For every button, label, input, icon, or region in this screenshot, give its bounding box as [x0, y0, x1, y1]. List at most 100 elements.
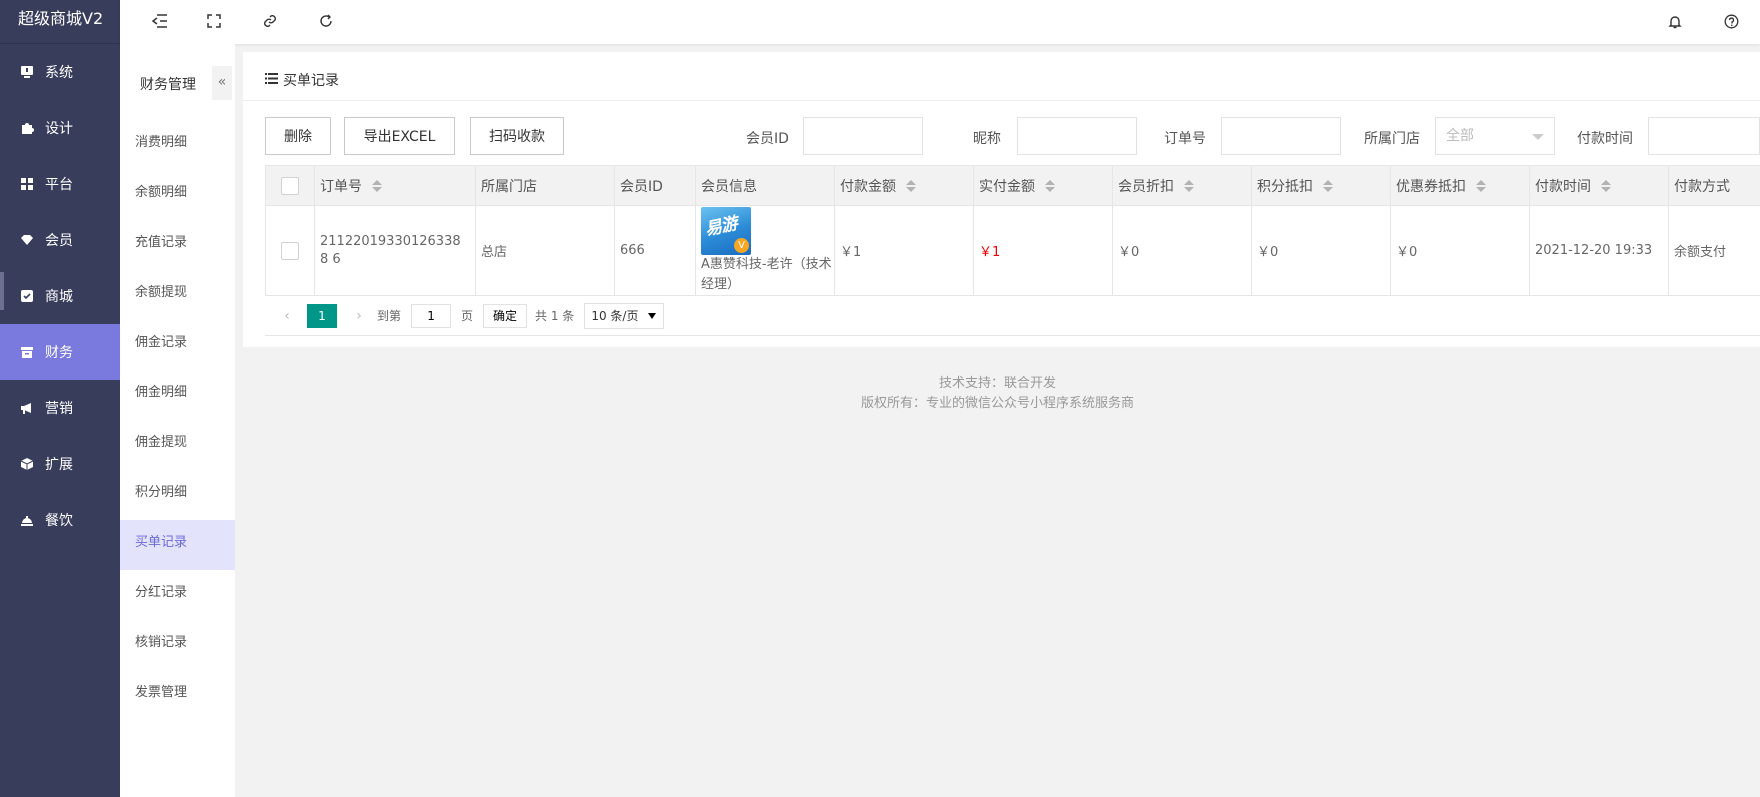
goto-confirm-button[interactable]: 确定	[483, 303, 528, 328]
table-header: 订单号 所属门店 会员ID 会员信息 付款金额 实付金额 会员折扣 积分抵扣 优…	[265, 166, 1760, 206]
subnav-item-recharge[interactable]: 充值记录	[120, 220, 235, 270]
row-checkbox[interactable]	[281, 241, 299, 260]
header-member-discount[interactable]: 会员折扣	[1112, 166, 1251, 205]
scan-pay-button[interactable]: 扫码收款	[470, 117, 564, 155]
cell-coupon-deduct: ￥0	[1390, 206, 1529, 295]
goto-label: 到第	[377, 309, 402, 323]
member-name: A惠赞科技-老许（技术经理）	[701, 256, 832, 292]
goto-page-input[interactable]	[411, 303, 452, 328]
finance-subnav: 财务管理 « 消费明细 余额明细 充值记录 余额提现 佣金记录 佣金明细 佣金提…	[120, 44, 235, 797]
subnav-item-dividend[interactable]: 分红记录	[120, 570, 235, 620]
header-coupon-deduct[interactable]: 优惠券抵扣	[1390, 166, 1529, 205]
export-excel-button[interactable]: 导出EXCEL	[344, 117, 455, 155]
chevron-down-icon	[1532, 134, 1544, 140]
page-footer: 技术支持：联合开发 版权所有：专业的微信公众号小程序系统服务商	[235, 374, 1760, 414]
dish-icon	[20, 513, 34, 527]
cube-icon	[20, 457, 34, 471]
avatar: 易游 V	[701, 206, 751, 255]
cell-pay-amount: ￥1	[834, 206, 973, 295]
diamond-icon	[20, 233, 34, 247]
subnav-item-points[interactable]: 积分明细	[120, 470, 235, 520]
cell-order-no: 211220193301263388 6	[314, 206, 475, 295]
pay-time-label: 付款时间	[1577, 131, 1633, 147]
row-checkbox-cell	[265, 206, 314, 295]
menu-fold-icon[interactable]	[149, 10, 171, 32]
sidebar-item-catering[interactable]: 餐饮	[0, 492, 120, 548]
cell-pay-method: 余额支付	[1668, 206, 1760, 295]
subnav-item-verification[interactable]: 核销记录	[120, 620, 235, 670]
header-order-no[interactable]: 订单号	[314, 166, 475, 205]
subnav-item-balance[interactable]: 余额明细	[120, 170, 235, 220]
store-label: 所属门店	[1364, 131, 1420, 147]
pay-time-input[interactable]	[1648, 117, 1760, 155]
sort-icon[interactable]	[906, 179, 916, 192]
total-count: 共 1 条	[535, 309, 575, 323]
collapse-subnav-button[interactable]: «	[212, 66, 232, 100]
header-member-id: 会员ID	[614, 166, 695, 205]
subnav-item-balance-withdraw[interactable]: 余额提现	[120, 270, 235, 320]
member-id-input[interactable]	[803, 117, 923, 155]
cell-member-info: 易游 V A惠赞科技-老许（技术经理）	[695, 206, 834, 295]
sidebar-item-finance[interactable]: 财务	[0, 324, 120, 380]
sidebar-item-member[interactable]: 会员	[0, 212, 120, 268]
title-divider	[243, 100, 1760, 101]
subnav-item-commission-withdraw[interactable]: 佣金提现	[120, 420, 235, 470]
payment-table: 订单号 所属门店 会员ID 会员信息 付款金额 实付金额 会员折扣 积分抵扣 优…	[265, 165, 1760, 336]
sort-icon[interactable]	[1323, 179, 1333, 192]
select-all-checkbox[interactable]	[281, 176, 299, 195]
order-no-label: 订单号	[1164, 131, 1206, 147]
megaphone-icon	[20, 401, 34, 415]
cell-member-discount: ￥0	[1112, 206, 1251, 295]
order-no-input[interactable]	[1221, 117, 1341, 155]
fullscreen-icon[interactable]	[203, 10, 225, 32]
header-pay-method: 付款方式	[1668, 166, 1760, 205]
sidebar-item-label: 扩展	[45, 457, 73, 473]
sort-icon[interactable]	[372, 179, 382, 192]
sort-icon[interactable]	[1601, 179, 1611, 192]
header-points-deduct[interactable]: 积分抵扣	[1251, 166, 1390, 205]
next-page-button[interactable]: ›	[349, 306, 369, 326]
prev-page-button[interactable]: ‹	[277, 306, 297, 326]
sidebar-item-platform[interactable]: 平台	[0, 156, 120, 212]
refresh-icon[interactable]	[315, 10, 337, 32]
sidebar-item-extension[interactable]: 扩展	[0, 436, 120, 492]
vip-badge: V	[734, 237, 749, 253]
delete-button[interactable]: 删除	[265, 117, 331, 155]
sidebar-item-marketing[interactable]: 营销	[0, 380, 120, 436]
help-icon[interactable]	[1720, 10, 1742, 32]
bell-icon[interactable]	[1664, 10, 1686, 32]
subnav-item-invoice[interactable]: 发票管理	[120, 670, 235, 720]
header-pay-amount[interactable]: 付款金额	[834, 166, 973, 205]
member-id-label: 会员ID	[746, 131, 789, 147]
cell-pay-time: 2021-12-20 19:33	[1529, 206, 1668, 295]
footer-support: 技术支持：联合开发	[938, 376, 1056, 391]
chevron-down-icon	[648, 312, 657, 319]
cell-actual-amount: ￥1	[973, 206, 1112, 295]
sidebar-item-label: 商城	[45, 289, 73, 305]
subnav-item-commission-record[interactable]: 佣金记录	[120, 320, 235, 370]
header-pay-time[interactable]: 付款时间	[1529, 166, 1668, 205]
sidebar-item-mall[interactable]: 商城	[0, 268, 120, 324]
page-title: 买单记录	[265, 70, 339, 90]
main-card: 买单记录 删除 导出EXCEL 扫码收款 会员ID 昵称 订单号 所属门店 全部…	[243, 52, 1760, 347]
sidebar-item-system[interactable]: 系统	[0, 44, 120, 100]
nickname-input[interactable]	[1017, 117, 1137, 155]
subnav-item-commission-detail[interactable]: 佣金明细	[120, 370, 235, 420]
header-actual-amount[interactable]: 实付金额	[973, 166, 1112, 205]
page-unit-label: 页	[461, 309, 474, 323]
subnav-item-consumption[interactable]: 消费明细	[120, 120, 235, 170]
list-icon	[265, 72, 278, 88]
subnav-item-payment-record[interactable]: 买单记录	[120, 520, 235, 570]
footer-copyright: 版权所有：专业的微信公众号小程序系统服务商	[860, 396, 1134, 411]
sidebar-item-label: 营销	[45, 401, 73, 417]
sidebar-item-label: 会员	[45, 233, 73, 249]
page-size-select[interactable]: 10 条/页	[584, 302, 665, 329]
sort-icon[interactable]	[1045, 179, 1055, 192]
store-select[interactable]: 全部	[1435, 117, 1555, 155]
sort-icon[interactable]	[1476, 179, 1486, 192]
sidebar-item-design[interactable]: 设计	[0, 100, 120, 156]
link-icon[interactable]	[259, 10, 281, 32]
page-1-button[interactable]: 1	[307, 303, 337, 328]
main-sidebar: 超级商城V2 系统 设计 平台 会员 商城 财务 营销 扩展 餐饮	[0, 0, 120, 797]
sort-icon[interactable]	[1184, 179, 1194, 192]
